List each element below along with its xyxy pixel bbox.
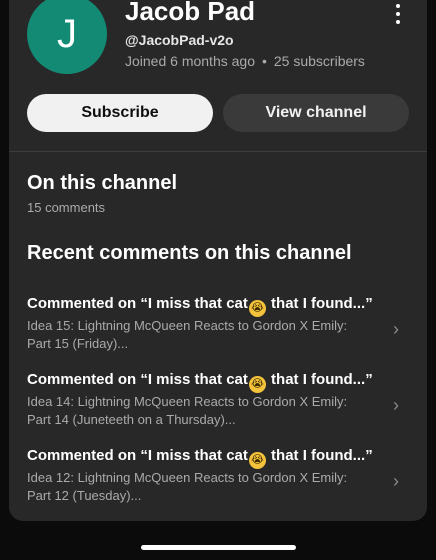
comment-video-title: Idea 14: Lightning McQueen Reacts to Gor… — [27, 394, 348, 427]
home-indicator[interactable] — [141, 545, 296, 550]
chevron-right-icon: › — [393, 471, 399, 491]
subscribe-button[interactable]: Subscribe — [27, 94, 213, 132]
channel-name: Jacob Pad — [125, 0, 256, 26]
comment-item[interactable]: Commented on “I miss that cat 😭 that I fo… — [9, 447, 427, 517]
crying-face-emoji-icon: 😭 — [248, 452, 266, 469]
avatar[interactable]: J — [27, 0, 107, 74]
comment-count: 15 comments — [27, 200, 106, 215]
comment-title: Commented on “I miss that cat 😭 that I fo… — [27, 371, 373, 393]
channel-sheet: J Jacob Pad @JacobPad-v2o Joined 6 month… — [9, 0, 427, 521]
subscriber-count: 25 subscribers — [273, 53, 365, 69]
comment-title-prefix: Commented on “I miss that cat — [27, 295, 248, 312]
comment-title-suffix: that I found...” — [266, 371, 373, 388]
channel-handle: @JacobPad-v2o — [125, 32, 234, 48]
comment-title-suffix: that I found...” — [266, 447, 373, 464]
avatar-letter: J — [57, 11, 77, 56]
on-this-channel-heading: On this channel — [27, 172, 178, 194]
chevron-right-icon: › — [393, 395, 399, 415]
comment-item[interactable]: Commented on “I miss that cat 😭 that I fo… — [9, 371, 427, 441]
chevron-right-icon: › — [393, 319, 399, 339]
crying-face-emoji-icon: 😭 — [248, 376, 266, 393]
comment-title-suffix: that I found...” — [266, 295, 373, 312]
crying-face-emoji-icon: 😭 — [248, 300, 266, 317]
channel-meta: Joined 6 months ago • 25 subscribers — [125, 53, 365, 69]
comment-title-prefix: Commented on “I miss that cat — [27, 447, 248, 464]
recent-comments-heading: Recent comments on this channel — [27, 242, 352, 264]
comment-video-title: Idea 12: Lightning McQueen Reacts to Gor… — [27, 470, 348, 503]
joined-text: Joined 6 months ago — [125, 53, 255, 69]
comment-title: Commented on “I miss that cat 😭 that I fo… — [27, 295, 373, 317]
comment-title-prefix: Commented on “I miss that cat — [27, 371, 248, 388]
comment-title: Commented on “I miss that cat 😭 that I fo… — [27, 447, 373, 469]
comment-video-title: Idea 15: Lightning McQueen Reacts to Gor… — [27, 318, 348, 351]
more-vert-icon[interactable] — [385, 0, 411, 28]
divider — [9, 151, 427, 152]
view-channel-button[interactable]: View channel — [223, 94, 409, 132]
comment-item[interactable]: Commented on “I miss that cat 😭 that I fo… — [9, 295, 427, 365]
meta-separator: • — [261, 53, 267, 69]
